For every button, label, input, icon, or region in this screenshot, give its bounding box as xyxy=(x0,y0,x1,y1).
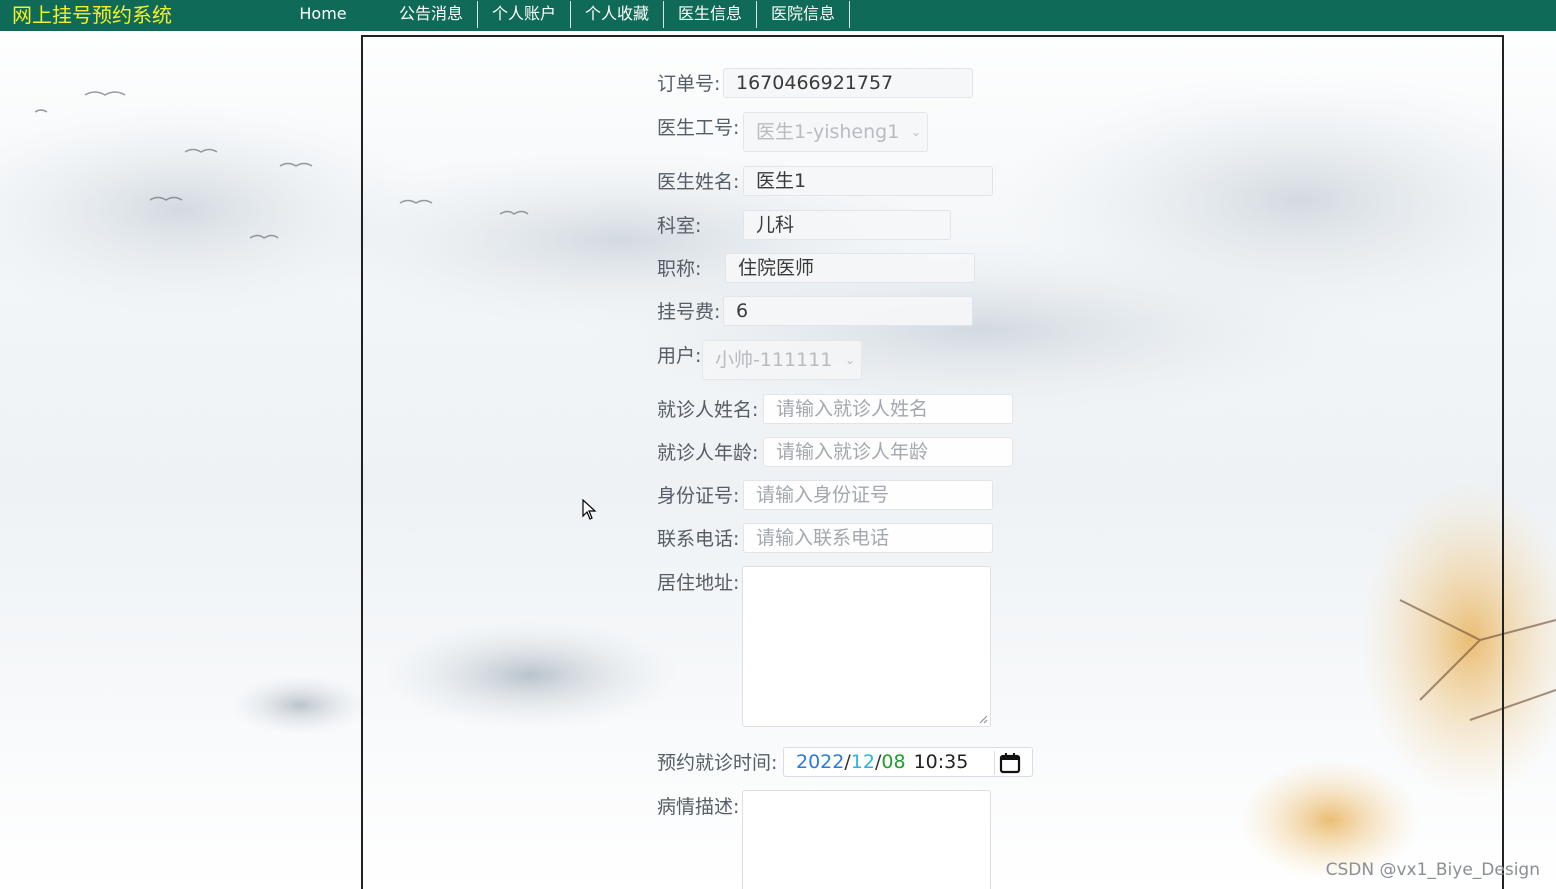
phone-input[interactable]: 请输入联系电话 xyxy=(743,523,993,553)
title-label: 职称: xyxy=(657,258,702,280)
description-textarea[interactable] xyxy=(742,790,991,889)
fee-field: 6 xyxy=(723,296,973,326)
id-card-input[interactable]: 请输入身份证号 xyxy=(743,480,993,510)
chevron-down-icon: ⌄ xyxy=(910,125,921,139)
department-label: 科室: xyxy=(657,215,702,237)
nav-home[interactable]: Home xyxy=(293,0,353,28)
resize-handle-icon[interactable] xyxy=(978,714,988,724)
site-brand[interactable]: 网上挂号预约系统 xyxy=(12,2,172,28)
description-label: 病情描述: xyxy=(657,796,740,818)
doctor-id-label: 医生工号: xyxy=(657,117,740,139)
nav-favorites[interactable]: 个人收藏 xyxy=(571,0,663,28)
appointment-datetime-input[interactable]: 2022/12/08 10:35 xyxy=(783,747,1033,777)
title-field: 住院医师 xyxy=(725,253,975,283)
user-label: 用户: xyxy=(657,345,702,367)
order-no-field: 1670466921757 xyxy=(723,68,973,98)
doctor-id-select: 医生1-yisheng1 ⌄ xyxy=(743,112,928,152)
patient-name-label: 就诊人姓名: xyxy=(657,399,759,421)
time-value[interactable]: 10:35 xyxy=(914,751,969,773)
user-select: 小帅-111111 ⌄ xyxy=(702,340,862,380)
patient-name-input[interactable]: 请输入就诊人姓名 xyxy=(763,394,1013,424)
address-label: 居住地址: xyxy=(657,572,740,594)
nav-personal-account[interactable]: 个人账户 xyxy=(478,0,570,28)
department-field: 儿科 xyxy=(743,210,951,240)
chevron-down-icon: ⌄ xyxy=(844,353,855,367)
user-value: 小帅-111111 xyxy=(715,349,833,371)
phone-label: 联系电话: xyxy=(657,528,740,550)
address-textarea[interactable] xyxy=(742,566,991,727)
doctor-name-label: 医生姓名: xyxy=(657,171,740,193)
order-no-label: 订单号: xyxy=(657,73,721,95)
date-day[interactable]: 08 xyxy=(881,751,905,773)
nav-doctor-info[interactable]: 医生信息 xyxy=(664,0,756,28)
date-month[interactable]: 12 xyxy=(851,751,875,773)
date-year[interactable]: 2022 xyxy=(796,751,844,773)
appointment-time-label: 预约就诊时间: xyxy=(657,752,778,774)
calendar-icon[interactable] xyxy=(994,751,1026,775)
nav-hospital-info[interactable]: 医院信息 xyxy=(757,0,849,28)
patient-age-label: 就诊人年龄: xyxy=(657,442,759,464)
id-card-label: 身份证号: xyxy=(657,485,740,507)
mouse-cursor-icon xyxy=(582,499,597,520)
doctor-name-field: 医生1 xyxy=(743,166,993,196)
fee-label: 挂号费: xyxy=(657,301,721,323)
watermark: CSDN @vx1_Biye_Design xyxy=(1325,860,1540,880)
patient-age-input[interactable]: 请输入就诊人年龄 xyxy=(763,437,1013,467)
nav-announcements[interactable]: 公告消息 xyxy=(385,0,477,28)
top-navbar: 网上挂号预约系统 Home 公告消息 个人账户 个人收藏 医生信息 医院信息 xyxy=(0,0,1556,31)
doctor-id-value: 医生1-yisheng1 xyxy=(756,121,900,143)
nav-divider xyxy=(849,1,850,28)
